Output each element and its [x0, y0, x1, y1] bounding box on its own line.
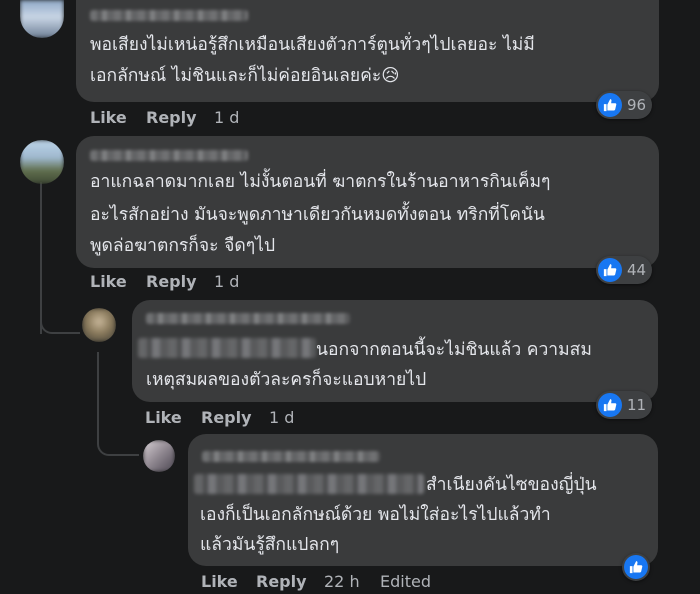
comment-bubble: พอเสียงไม่เหน่อรู้สึกเหมือนเสียงตัวการ์ต…: [76, 0, 659, 102]
tagged-name[interactable]: [138, 338, 316, 358]
thumbs-up-icon: [598, 393, 622, 417]
comment-text-line: พูดล่อฆาตกรก็จะ จืดๆไป: [90, 236, 276, 256]
reaction-count[interactable]: 44: [596, 256, 653, 284]
commenter-name[interactable]: [146, 313, 350, 324]
comment-text-line: อะไรสักอย่าง มันจะพูดภาษาเดียวกันหมดทั้ง…: [90, 205, 545, 225]
reply-text-line: เหตุสมผลของตัวละครก็จะแอบหายไป: [146, 370, 427, 390]
reaction-count[interactable]: 11: [596, 391, 653, 419]
reply-button[interactable]: Reply: [146, 108, 197, 127]
thread-connector: [40, 320, 80, 334]
avatar[interactable]: [143, 440, 175, 472]
reaction-count-value: 11: [627, 396, 647, 414]
reaction-count-value: 44: [627, 261, 647, 279]
thread-connector-reply: [97, 440, 139, 456]
thumbs-up-icon: [624, 555, 648, 579]
like-button[interactable]: Like: [90, 272, 127, 291]
timestamp[interactable]: 1 d: [214, 272, 239, 291]
edited-label[interactable]: Edited: [380, 572, 431, 591]
reply-text-line: เองก็เป็นเอกลักษณ์ด้วย พอไม่ใส่อะไรไปแล้…: [200, 505, 551, 525]
commenter-name[interactable]: [90, 10, 248, 21]
reaction-count[interactable]: 96: [596, 91, 653, 119]
avatar[interactable]: [20, 140, 64, 184]
timestamp[interactable]: 1 d: [269, 408, 294, 427]
reply-button[interactable]: Reply: [201, 408, 252, 427]
like-button[interactable]: Like: [145, 408, 182, 427]
commenter-name[interactable]: [90, 150, 248, 161]
reply-bubble: นอกจากตอนนี้จะไม่ชินแล้ว ความสม เหตุสมผล…: [132, 300, 658, 402]
comment-text-line: อาแกฉลาดมากเลย ไม่งั้นตอนที่ ฆาตกรในร้าน…: [90, 172, 551, 192]
thread-line-reply: [97, 352, 99, 444]
reaction-count[interactable]: [622, 553, 650, 581]
avatar[interactable]: [82, 308, 116, 342]
tagged-name[interactable]: [194, 474, 424, 494]
reply-text-line: นอกจากตอนนี้จะไม่ชินแล้ว ความสม: [316, 340, 592, 360]
reply-text-line: สำเนียงคันไซของญี่ปุ่น: [426, 475, 597, 495]
reply-bubble: สำเนียงคันไซของญี่ปุ่น เองก็เป็นเอกลักษณ…: [188, 434, 658, 566]
thumbs-up-icon: [598, 258, 622, 282]
reply-button[interactable]: Reply: [146, 272, 197, 291]
like-button[interactable]: Like: [201, 572, 238, 591]
timestamp[interactable]: 22 h: [324, 572, 360, 591]
thumbs-up-icon: [598, 93, 622, 117]
thread-line: [40, 182, 42, 334]
like-button[interactable]: Like: [90, 108, 127, 127]
reply-text-line: แล้วมันรู้สึกแปลกๆ: [200, 535, 340, 555]
reply-button[interactable]: Reply: [256, 572, 307, 591]
reaction-count-value: 96: [627, 96, 647, 114]
avatar[interactable]: [20, 0, 64, 38]
commenter-name[interactable]: [202, 451, 380, 462]
timestamp[interactable]: 1 d: [214, 108, 239, 127]
comment-text-line: เอกลักษณ์ ไม่ชินและก็ไม่ค่อยอินเลยค่ะ😥: [90, 66, 400, 86]
comment-text-line: พอเสียงไม่เหน่อรู้สึกเหมือนเสียงตัวการ์ต…: [90, 35, 535, 55]
comment-bubble: อาแกฉลาดมากเลย ไม่งั้นตอนที่ ฆาตกรในร้าน…: [76, 136, 659, 268]
